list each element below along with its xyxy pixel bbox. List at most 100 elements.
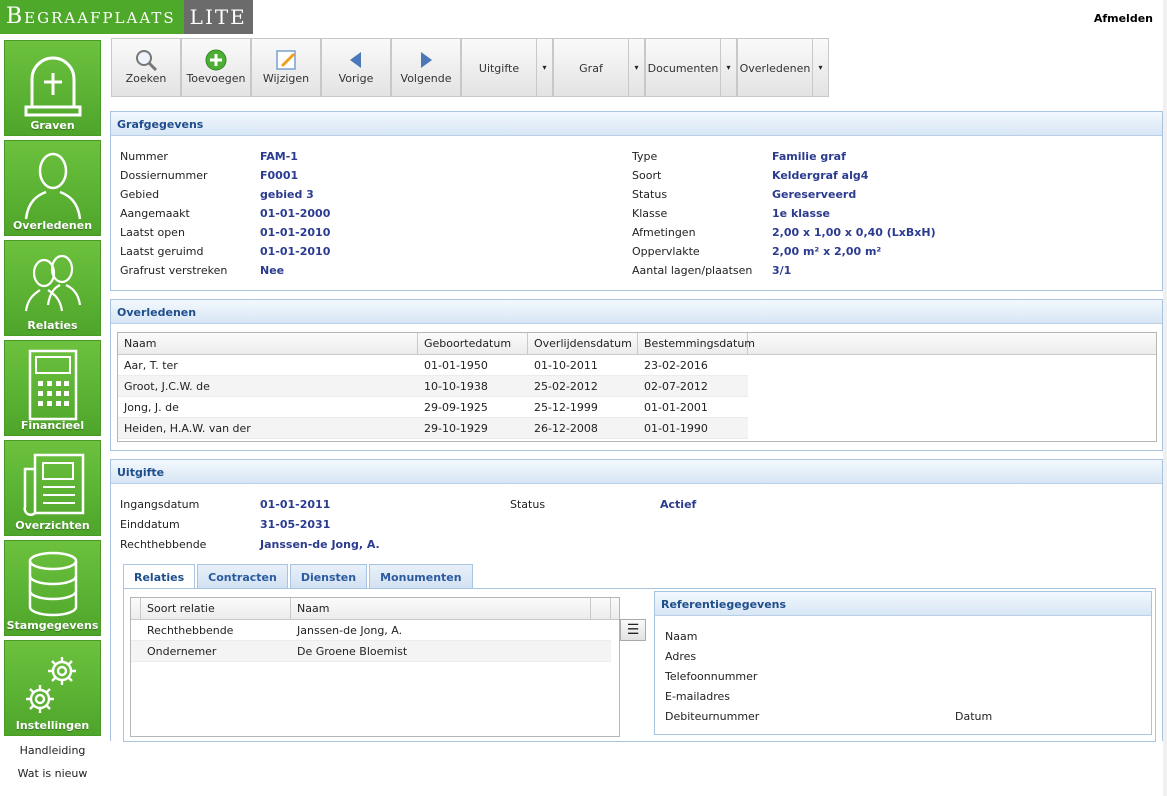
- field-label: Oppervlakte: [632, 245, 700, 258]
- field-label: Type: [632, 150, 658, 163]
- tab-contracten[interactable]: Contracten: [197, 564, 288, 588]
- referentie-panel: Referentiegegevens Naam Adres Telefoonnu…: [654, 591, 1152, 735]
- ref-field-label: E-mailadres: [665, 690, 730, 703]
- field-label: Aantal lagen/plaatsen: [632, 264, 753, 277]
- previous-button-label: Vorige: [338, 72, 374, 85]
- search-button[interactable]: Zoeken: [111, 38, 181, 97]
- field-value: 01-01-2010: [260, 245, 331, 258]
- table-row[interactable]: Ondernemer De Groene Bloemist: [131, 641, 611, 662]
- column-header[interactable]: Naam: [118, 333, 418, 354]
- documenten-dropdown[interactable]: Documenten ▾: [645, 38, 737, 97]
- table-cell: 29-09-1925: [424, 401, 488, 414]
- table-cell: Groot, J.C.W. de: [124, 380, 210, 393]
- table-row[interactable]: Rechthebbende Janssen-de Jong, A.: [131, 620, 611, 641]
- gears-icon: [25, 657, 76, 713]
- arrow-left-icon: [350, 52, 361, 68]
- sidebar-item-label: Relaties: [27, 319, 78, 332]
- column-header[interactable]: Bestemmingsdatum: [638, 333, 755, 354]
- add-button[interactable]: Toevoegen: [181, 38, 251, 97]
- magnifier-icon: [136, 50, 158, 72]
- column-header[interactable]: Geboortedatum: [418, 333, 528, 354]
- sidebar-item-relaties[interactable]: Relaties: [4, 240, 101, 336]
- chevron-down-icon[interactable]: ▾: [812, 39, 828, 96]
- graf-dropdown[interactable]: Graf ▾: [553, 38, 645, 97]
- field-label: Gebied: [120, 188, 160, 201]
- uitgifte-title: Uitgifte: [111, 460, 1162, 484]
- field-value: F0001: [260, 169, 299, 182]
- sidebar-item-label: Graven: [30, 119, 75, 132]
- field-value: 01-01-2011: [260, 498, 331, 511]
- sidebar-item-overzichten[interactable]: Overzichten: [4, 440, 101, 536]
- sidebar-item-instellingen[interactable]: Instellingen: [4, 640, 101, 736]
- tab-monumenten[interactable]: Monumenten: [369, 564, 473, 588]
- field-value: gebied 3: [260, 188, 314, 201]
- next-button[interactable]: Volgende: [391, 38, 461, 97]
- chevron-down-icon[interactable]: ▾: [628, 39, 644, 96]
- grave-icon: [24, 56, 81, 117]
- table-cell: 01-01-1990: [644, 422, 708, 435]
- tab-relaties[interactable]: Relaties: [123, 564, 196, 589]
- logout-link[interactable]: Afmelden: [1094, 12, 1153, 25]
- help-link[interactable]: Handleiding: [4, 744, 101, 757]
- column-header[interactable]: Soort relatie: [141, 598, 291, 619]
- table-cell: Ondernemer: [147, 645, 217, 658]
- search-button-label: Zoeken: [125, 72, 167, 85]
- field-label: Afmetingen: [632, 226, 696, 239]
- sidebar-item-stamgegevens[interactable]: Stamgegevens: [4, 540, 101, 636]
- row-selector: [131, 641, 141, 661]
- row-selector: [131, 620, 141, 640]
- menu-icon[interactable]: ☰: [620, 619, 646, 641]
- table-row[interactable]: Heiden, H.A.W. van der 29-10-1929 26-12-…: [118, 418, 748, 439]
- database-icon: [28, 551, 77, 617]
- field-value: 3/1: [772, 264, 792, 277]
- table-cell: 02-07-2012: [644, 380, 708, 393]
- field-value: Familie graf: [772, 150, 846, 163]
- edit-button[interactable]: Wijzigen: [251, 38, 321, 97]
- sidebar-item-financieel[interactable]: Financieel: [4, 340, 101, 436]
- column-header[interactable]: Naam: [291, 598, 591, 619]
- referentie-title: Referentiegegevens: [655, 592, 1151, 616]
- graf-dropdown-label: Graf: [579, 62, 603, 75]
- ref-field-label: Naam: [665, 630, 698, 643]
- table-cell: 29-10-1929: [424, 422, 488, 435]
- tab-diensten[interactable]: Diensten: [289, 564, 368, 588]
- table-row[interactable]: Groot, J.C.W. de 10-10-1938 25-02-2012 0…: [118, 376, 748, 397]
- column-header[interactable]: Overlijdensdatum: [528, 333, 638, 354]
- table-cell: 23-02-2016: [644, 359, 708, 372]
- chevron-down-icon[interactable]: ▾: [720, 39, 736, 96]
- table-cell: 25-02-2012: [534, 380, 598, 393]
- person-icon: [24, 152, 81, 220]
- uitgifte-dropdown[interactable]: Uitgifte ▾: [461, 38, 553, 97]
- uitgifte-tabs: Relaties Contracten Diensten Monumenten: [123, 564, 475, 589]
- table-cell: De Groene Bloemist: [297, 645, 408, 658]
- row-selector-header: [131, 598, 141, 619]
- field-label: Einddatum: [120, 518, 180, 531]
- field-value: 01-01-2010: [260, 226, 331, 239]
- sidebar-item-overledenen[interactable]: Overledenen: [4, 140, 101, 236]
- field-label: Laatst geruimd: [120, 245, 204, 258]
- whats-new-link[interactable]: Wat is nieuw: [4, 767, 101, 780]
- column-menu-header[interactable]: [591, 598, 611, 619]
- table-row[interactable]: Aar, T. ter 01-01-1950 01-10-2011 23-02-…: [118, 355, 748, 376]
- sidebar-item-graven[interactable]: Graven: [4, 40, 101, 136]
- table-cell: Janssen-de Jong, A.: [297, 624, 403, 637]
- previous-button[interactable]: Vorige: [321, 38, 391, 97]
- chevron-down-icon[interactable]: ▾: [536, 39, 552, 96]
- table-cell: Heiden, H.A.W. van der: [124, 422, 251, 435]
- field-value: 01-01-2000: [260, 207, 331, 220]
- people-icon: [24, 254, 81, 312]
- app-logo: Begraafplaats LITE: [0, 0, 253, 34]
- grafgegevens-panel: Grafgegevens Nummer FAM-1 Dossiernummer …: [110, 111, 1163, 291]
- sidebar-item-label: Overledenen: [12, 219, 93, 232]
- table-cell: 01-10-2011: [534, 359, 598, 372]
- page-scrollbar[interactable]: [1163, 0, 1167, 796]
- overledenen-dropdown[interactable]: Overledenen ▾: [737, 38, 829, 97]
- ref-field-label: Adres: [665, 650, 697, 663]
- toolbar: Zoeken Toevoegen Wijzigen Vorige Volgend…: [111, 38, 829, 97]
- field-label: Status: [632, 188, 668, 201]
- uitgifte-dropdown-label: Uitgifte: [478, 62, 520, 75]
- table-cell: 01-01-1950: [424, 359, 488, 372]
- relaties-tab-content: Soort relatie Naam Rechthebbende Janssen…: [123, 588, 1156, 742]
- table-row[interactable]: Jong, J. de 29-09-1925 25-12-1999 01-01-…: [118, 397, 748, 418]
- field-label: Klasse: [632, 207, 668, 220]
